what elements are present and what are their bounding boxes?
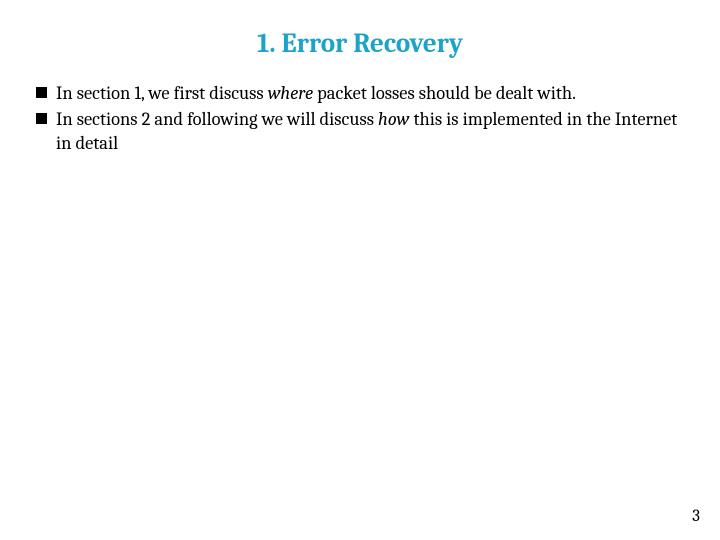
page-number: 3: [692, 507, 700, 526]
bullet-text: In sections 2 and following we will disc…: [56, 107, 690, 155]
bullet-list: In section 1, we first discuss where pac…: [30, 81, 690, 155]
text-pre: In sections 2 and following we will disc…: [56, 108, 378, 130]
list-item: In sections 2 and following we will disc…: [36, 107, 690, 155]
text-post: packet losses should be dealt with.: [313, 82, 576, 104]
slide-title: 1. Error Recovery: [30, 28, 690, 59]
list-item: In section 1, we first discuss where pac…: [36, 81, 690, 105]
text-em: how: [378, 108, 409, 130]
slide: 1. Error Recovery In section 1, we first…: [0, 0, 720, 540]
bullet-text: In section 1, we first discuss where pac…: [56, 81, 690, 105]
bullet-square-icon: [36, 113, 47, 124]
text-em: where: [268, 82, 313, 104]
text-pre: In section 1, we first discuss: [56, 82, 268, 104]
bullet-square-icon: [36, 87, 47, 98]
